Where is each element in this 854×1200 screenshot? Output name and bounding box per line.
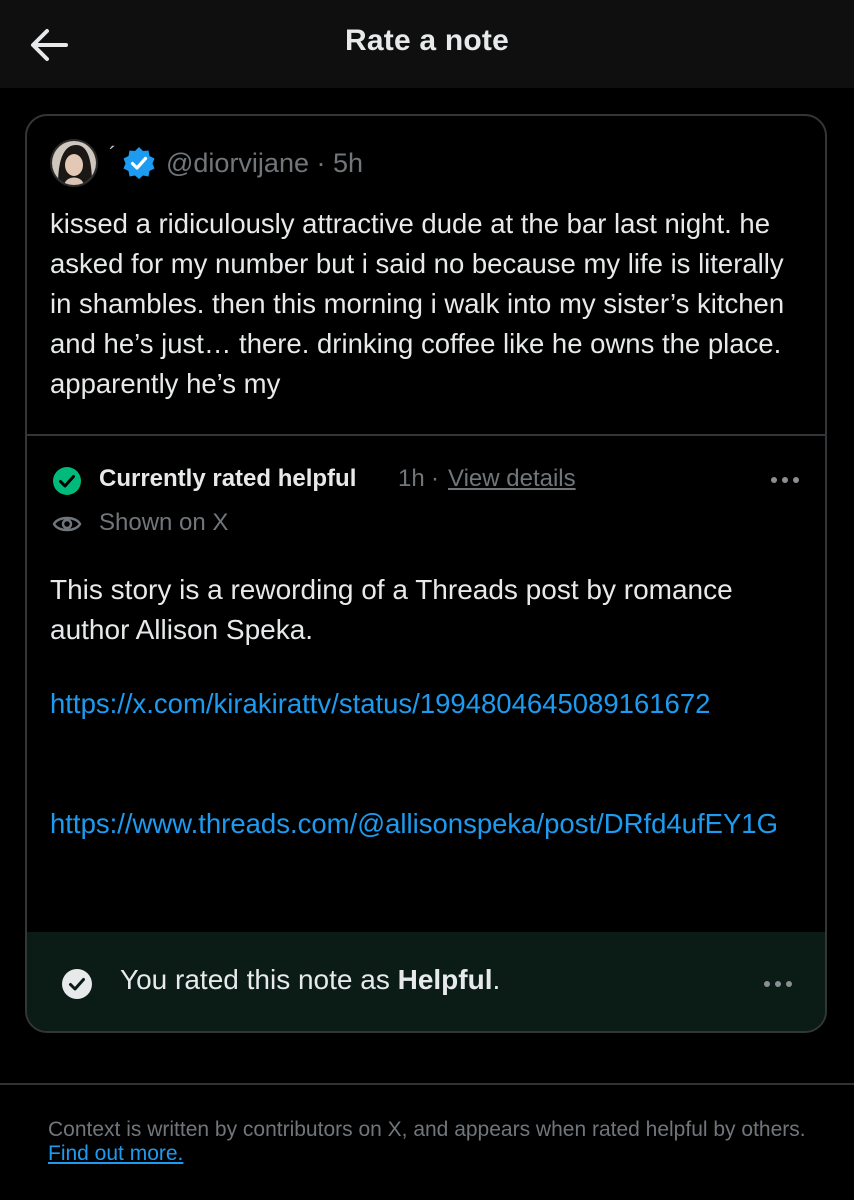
note-time: 1h [398,465,425,492]
note-card: ´ @diorvijane · 5h kissed a ridiculously… [25,114,827,1033]
your-rating-text: You rated this note as Helpful. [120,964,500,996]
top-bar: Rate a note [0,0,854,88]
your-rating-bar: You rated this note as Helpful. [27,932,825,1031]
post-text: kissed a ridiculously attractive dude at… [50,208,785,399]
name-mark: ´ [109,142,117,167]
meta-separator: · [431,465,439,492]
page-title: Rate a note [345,24,509,57]
note-link[interactable]: https://x.com/kirakirattv/status/1994804… [50,684,810,724]
footer-divider [0,1083,854,1085]
footer-text: Context is written by contributors on X,… [48,1118,806,1141]
footer-disclaimer: Context is written by contributors on X,… [48,1118,818,1166]
rating-suffix: . [492,964,501,995]
avatar-image [52,141,96,185]
meta-separator: · [316,148,326,178]
post-meta: @diorvijane · 5h [166,148,363,179]
rating-value: Helpful [397,964,493,995]
note-text: This story is a rewording of a Threads p… [50,574,733,645]
note-link[interactable]: https://www.threads.com/@allisonspeka/po… [50,804,810,844]
shown-on-x-label: Shown on X [99,509,229,536]
avatar[interactable] [50,139,98,187]
more-options-icon[interactable] [760,970,796,998]
more-options-icon[interactable] [767,466,803,494]
quoted-post[interactable]: ´ @diorvijane · 5h kissed a ridiculously… [27,116,825,436]
check-circle-icon [62,969,92,999]
find-out-more-link[interactable]: Find out more. [48,1142,183,1165]
view-details-link[interactable]: View details [448,465,576,493]
rating-prefix: You rated this note as [120,964,398,995]
note-status-label: Currently rated helpful [99,465,357,492]
user-handle[interactable]: @diorvijane [166,148,309,178]
verified-badge-icon [123,147,155,179]
check-circle-icon [53,467,81,495]
post-time: 5h [333,148,364,178]
eye-icon [52,516,82,532]
